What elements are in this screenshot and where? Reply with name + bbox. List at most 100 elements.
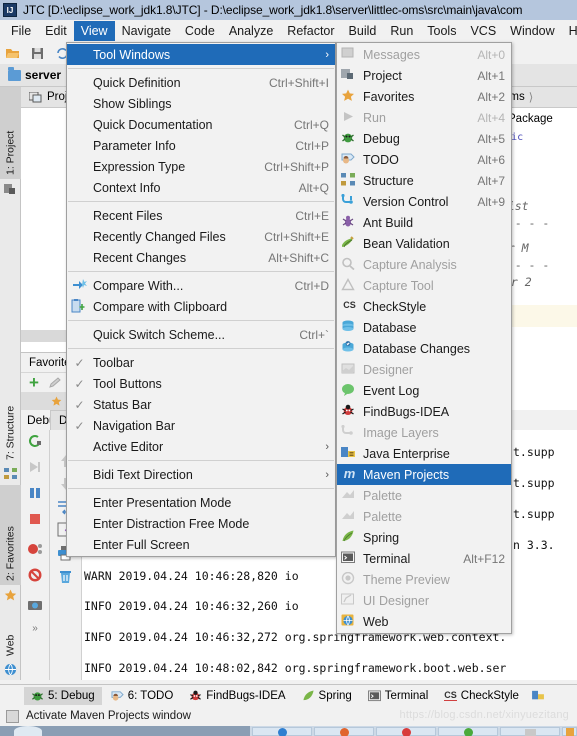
open-folder-icon[interactable]: [5, 46, 20, 61]
menu-item-context-info[interactable]: Context Info Alt+Q: [67, 177, 335, 198]
taskbar-app-5[interactable]: [500, 727, 560, 736]
menu-item-status-bar[interactable]: ✓ Status Bar: [67, 394, 335, 415]
tw-item-database[interactable]: Database: [337, 317, 511, 338]
add-icon[interactable]: +: [29, 374, 39, 391]
taskbar-app-4[interactable]: [438, 727, 498, 736]
tool-window-toggle-icon[interactable]: [6, 709, 19, 723]
stripe-item-structure[interactable]: 7: Structure: [0, 362, 21, 464]
menu-help[interactable]: Help: [562, 21, 577, 41]
edit-pencil-icon[interactable]: [49, 376, 63, 389]
menu-item-recently-changed-files[interactable]: Recently Changed Files Ctrl+Shift+E: [67, 226, 335, 247]
menu-item-quick-documentation[interactable]: Quick Documentation Ctrl+Q: [67, 114, 335, 135]
taskbar-start-button[interactable]: [14, 726, 42, 736]
tw-item-capture-tool[interactable]: Capture Tool: [337, 275, 511, 296]
menu-item-navigation-bar[interactable]: ✓ Navigation Bar: [67, 415, 335, 436]
mute-breakpoints-icon[interactable]: [27, 567, 43, 583]
menu-item-tool-windows[interactable]: Tool Windows ›: [67, 44, 335, 65]
tw-item-palette-2[interactable]: Palette: [337, 506, 511, 527]
menu-edit[interactable]: Edit: [38, 21, 74, 41]
menu-item-bidi-text-direction[interactable]: Bidi Text Direction ›: [67, 464, 335, 485]
tw-item-shortcut: Alt+7: [477, 173, 505, 188]
bottom-tab-spring[interactable]: Spring: [295, 687, 359, 705]
stripe-item-web[interactable]: Web: [0, 612, 21, 660]
tw-item-messages[interactable]: Messages Alt+0: [337, 44, 511, 65]
taskbar-app-2[interactable]: [314, 727, 374, 736]
tw-item-structure[interactable]: Structure Alt+7: [337, 170, 511, 191]
menu-navigate[interactable]: Navigate: [115, 21, 178, 41]
tw-item-java-enterprise[interactable]: Java Enterprise: [337, 443, 511, 464]
stop-icon[interactable]: [27, 511, 43, 527]
menu-item-enter-full-screen[interactable]: Enter Full Screen: [67, 534, 335, 555]
menu-code[interactable]: Code: [178, 21, 222, 41]
tw-item-label: Image Layers: [363, 425, 439, 440]
java-enterprise-icon[interactable]: [532, 690, 544, 701]
tw-item-theme-preview[interactable]: Theme Preview: [337, 569, 511, 590]
tw-item-database-changes[interactable]: Database Changes: [337, 338, 511, 359]
menu-item-toolbar[interactable]: ✓ Toolbar: [67, 352, 335, 373]
menu-item-recent-changes[interactable]: Recent Changes Alt+Shift+C: [67, 247, 335, 268]
tw-item-version-control[interactable]: Version Control Alt+9: [337, 191, 511, 212]
bottom-tab-checkstyle[interactable]: CS CheckStyle: [437, 687, 526, 705]
editor-tab-package[interactable]: Package: [508, 113, 553, 125]
menu-item-compare-with[interactable]: Compare With... Ctrl+D: [67, 275, 335, 296]
menu-item-recent-files[interactable]: Recent Files Ctrl+E: [67, 205, 335, 226]
tw-item-maven-projects[interactable]: m Maven Projects: [337, 464, 511, 485]
more-actions-icon[interactable]: »: [32, 623, 38, 634]
tw-item-capture-analysis[interactable]: Capture Analysis: [337, 254, 511, 275]
menu-item-quick-definition[interactable]: Quick Definition Ctrl+Shift+I: [67, 72, 335, 93]
tw-item-run[interactable]: Run Alt+4: [337, 107, 511, 128]
menu-item-tool-buttons[interactable]: ✓ Tool Buttons: [67, 373, 335, 394]
rerun-icon[interactable]: [27, 433, 43, 449]
tw-item-event-log[interactable]: Event Log: [337, 380, 511, 401]
menu-refactor[interactable]: Refactor: [280, 21, 341, 41]
stripe-item-project[interactable]: 1: Project: [0, 87, 21, 179]
tw-item-designer[interactable]: Designer: [337, 359, 511, 380]
trash-icon[interactable]: [57, 568, 74, 584]
tw-item-palette-1[interactable]: Palette: [337, 485, 511, 506]
checkstyle-icon: CS: [444, 690, 457, 701]
breakpoints-icon[interactable]: [27, 541, 43, 557]
bottom-tab-terminal[interactable]: Terminal: [361, 687, 435, 705]
tw-item-project[interactable]: Project Alt+1: [337, 65, 511, 86]
taskbar-app-1[interactable]: [252, 727, 312, 736]
menu-item-quick-switch-scheme[interactable]: Quick Switch Scheme... Ctrl+`: [67, 324, 335, 345]
menu-build[interactable]: Build: [342, 21, 384, 41]
resume-icon[interactable]: [27, 459, 43, 475]
tw-item-web[interactable]: Web: [337, 611, 511, 632]
menu-window[interactable]: Window: [503, 21, 561, 41]
menu-item-show-siblings[interactable]: Show Siblings: [67, 93, 335, 114]
tw-item-debug[interactable]: Debug Alt+5: [337, 128, 511, 149]
menu-item-enter-presentation-mode[interactable]: Enter Presentation Mode: [67, 492, 335, 513]
taskbar-app-3[interactable]: [376, 727, 436, 736]
save-all-icon[interactable]: [30, 46, 45, 61]
tw-item-bean-validation[interactable]: Bean Validation: [337, 233, 511, 254]
tw-item-checkstyle[interactable]: CS CheckStyle: [337, 296, 511, 317]
tw-item-spring[interactable]: Spring: [337, 527, 511, 548]
menu-item-parameter-info[interactable]: Parameter Info Ctrl+P: [67, 135, 335, 156]
menu-run[interactable]: Run: [383, 21, 420, 41]
menu-item-expression-type[interactable]: Expression Type Ctrl+Shift+P: [67, 156, 335, 177]
menu-file[interactable]: File: [4, 21, 38, 41]
taskbar-app-6[interactable]: [562, 727, 577, 736]
tw-item-ui-designer[interactable]: UI Designer: [337, 590, 511, 611]
stripe-item-favorites[interactable]: 2: Favorites: [0, 485, 21, 585]
tw-item-terminal[interactable]: Terminal Alt+F12: [337, 548, 511, 569]
bottom-tab-debug[interactable]: 5: Debug: [24, 686, 102, 705]
pause-icon[interactable]: [27, 485, 43, 501]
menu-item-enter-distraction-free-mode[interactable]: Enter Distraction Free Mode: [67, 513, 335, 534]
breadcrumb-server[interactable]: server: [8, 66, 61, 82]
bottom-tab-todo[interactable]: 6: TODO: [104, 687, 181, 705]
menu-analyze[interactable]: Analyze: [222, 21, 280, 41]
tw-item-image-layers[interactable]: Image Layers: [337, 422, 511, 443]
screenshot-icon[interactable]: [27, 597, 43, 613]
menu-view[interactable]: View: [73, 21, 115, 41]
tw-item-favorites[interactable]: Favorites Alt+2: [337, 86, 511, 107]
menu-item-active-editor[interactable]: Active Editor ›: [67, 436, 335, 457]
tw-item-ant-build[interactable]: Ant Build: [337, 212, 511, 233]
tw-item-findbugs-idea[interactable]: FindBugs-IDEA: [337, 401, 511, 422]
menu-vcs[interactable]: VCS: [463, 21, 503, 41]
bottom-tab-findbugs[interactable]: FindBugs-IDEA: [182, 687, 292, 705]
tw-item-todo[interactable]: TODO Alt+6: [337, 149, 511, 170]
menu-tools[interactable]: Tools: [420, 21, 463, 41]
menu-item-compare-with-clipboard[interactable]: Compare with Clipboard: [67, 296, 335, 317]
